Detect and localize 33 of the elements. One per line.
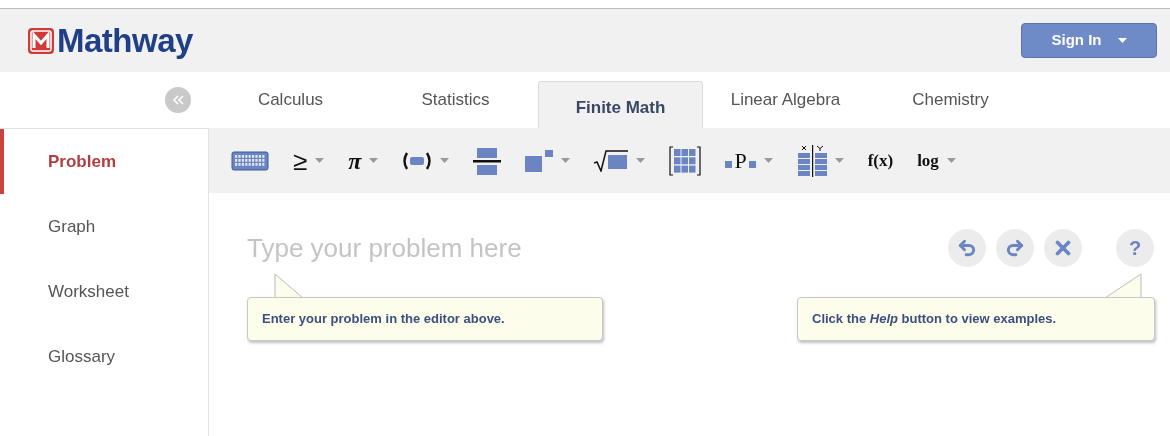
- clear-button[interactable]: [1044, 229, 1082, 267]
- fraction-icon: [473, 146, 502, 175]
- keyboard-icon: [231, 150, 269, 171]
- permutation-label: P: [734, 149, 747, 172]
- subject-tab[interactable]: Chemistry: [868, 81, 1033, 128]
- undo-button[interactable]: [948, 229, 986, 267]
- sidebar-item[interactable]: Graph: [0, 194, 208, 259]
- redo-icon: [1005, 238, 1025, 258]
- box-icon: [748, 161, 756, 168]
- subject-tab[interactable]: Finite Math: [538, 81, 703, 128]
- sidebar-item[interactable]: Glossary: [0, 324, 208, 389]
- logo-icon: [28, 27, 54, 54]
- subject-tab[interactable]: Calculus: [208, 81, 373, 128]
- box-icon: [725, 161, 733, 168]
- toolbar-button[interactable]: π: [346, 140, 381, 181]
- logo-text: Mathway: [57, 24, 193, 57]
- table-icon: [796, 144, 827, 177]
- exponent-icon: [525, 149, 554, 172]
- subject-tab[interactable]: Linear Algebra: [703, 81, 868, 128]
- toolbar-button[interactable]: log: [915, 140, 958, 181]
- subject-tab[interactable]: Statistics: [373, 81, 538, 128]
- double-chevron-icon: [172, 95, 184, 105]
- parentheses-icon: [402, 151, 433, 170]
- problem-input[interactable]: Type your problem here: [247, 229, 697, 268]
- tooltip-pointer: [1103, 274, 1143, 298]
- toolbar-button[interactable]: f(x): [865, 140, 896, 181]
- matrix-icon: [669, 145, 702, 176]
- undo-icon: [957, 238, 977, 258]
- toolbar-button[interactable]: ≥: [291, 140, 327, 181]
- toolbar-button[interactable]: P: [723, 140, 775, 181]
- square-root-icon: [594, 149, 629, 172]
- sidebar-item[interactable]: Worksheet: [0, 259, 208, 324]
- redo-button[interactable]: [996, 229, 1034, 267]
